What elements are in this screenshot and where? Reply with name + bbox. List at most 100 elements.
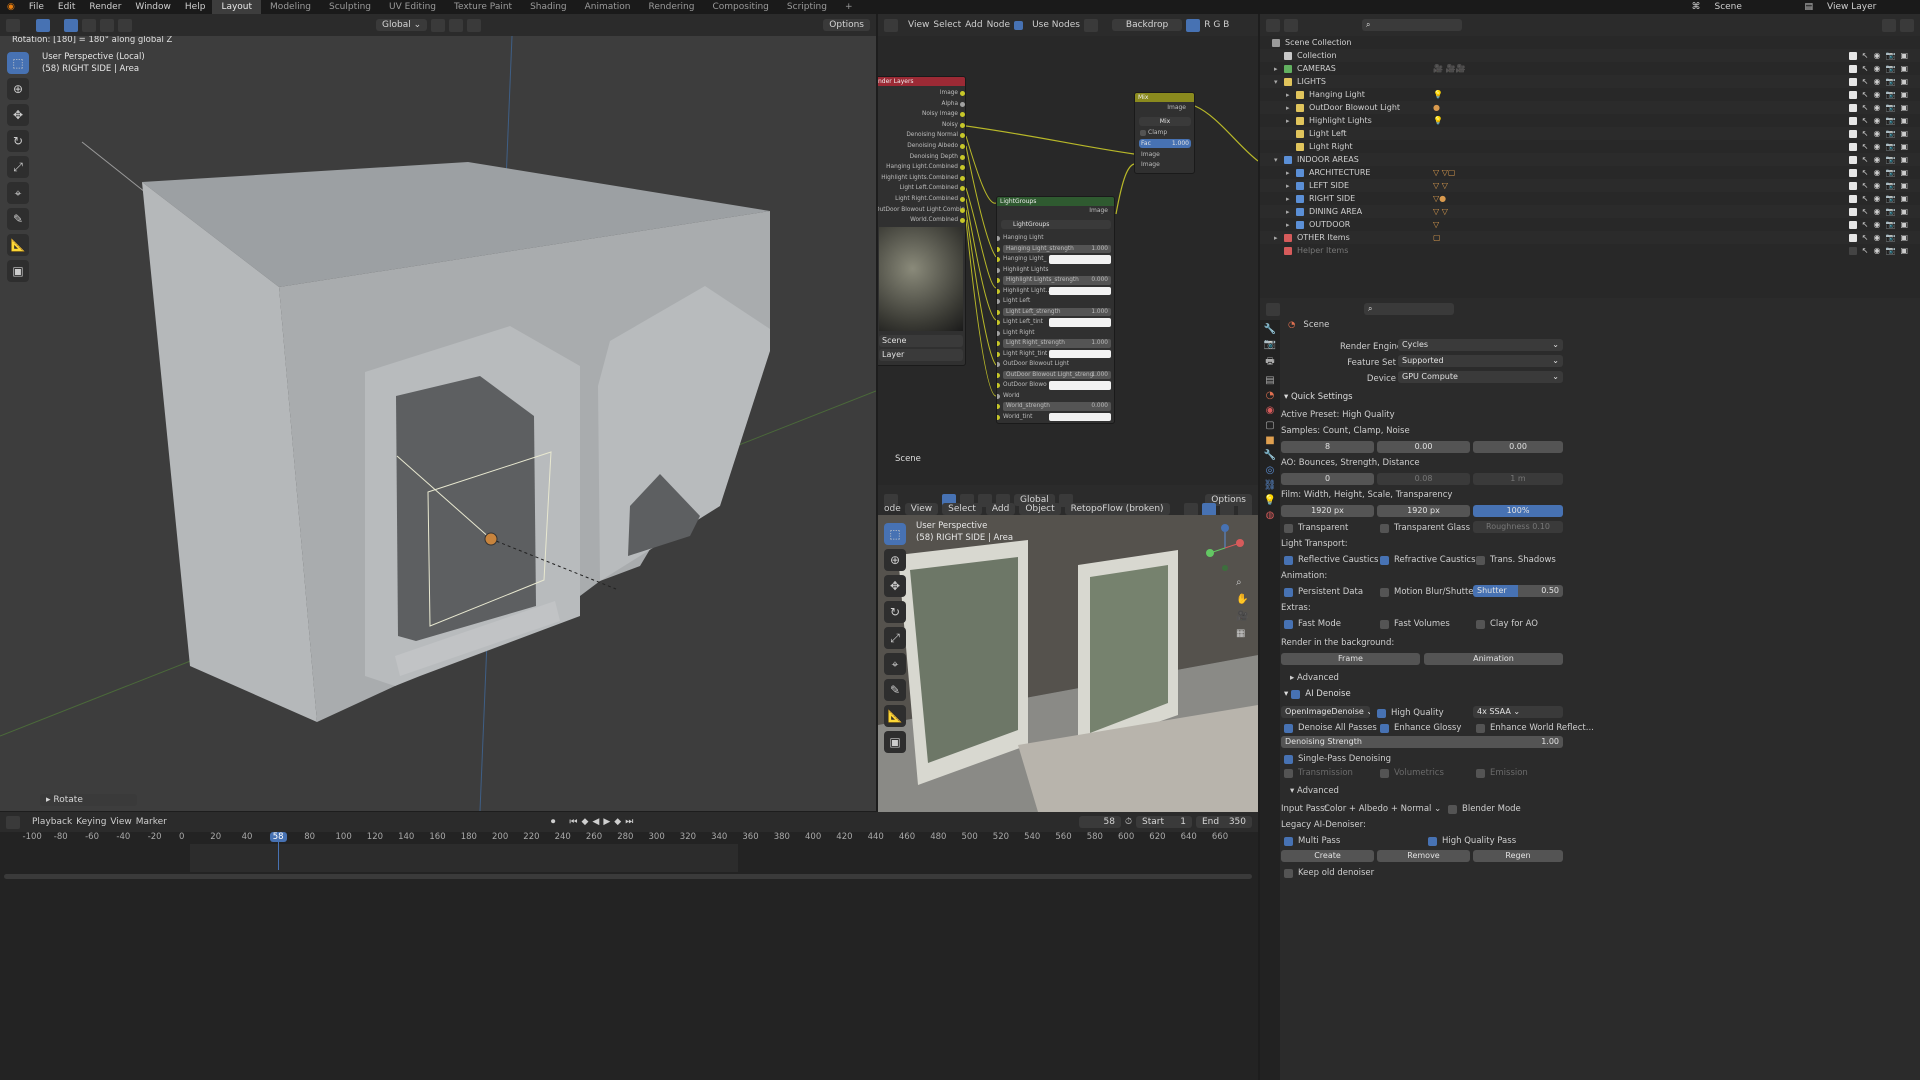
lightgroup-strength-field[interactable]: Hanging Light_strength 1.000: [1003, 244, 1111, 253]
persistent-data-option[interactable]: Persistent Data: [1284, 587, 1363, 597]
expand-closed-icon[interactable]: ▸: [1274, 65, 1284, 73]
object-tab-icon[interactable]: ■: [1265, 435, 1274, 446]
volumetrics-option[interactable]: Volumetrics: [1380, 768, 1444, 778]
v2-cursor-tool-icon[interactable]: ⊕: [884, 549, 906, 571]
film-height-field[interactable]: 1920 px: [1377, 505, 1470, 517]
auto-keying-icon[interactable]: ⏺: [551, 817, 556, 827]
ao-bounces-field[interactable]: 0: [1281, 473, 1374, 485]
render-animation-button[interactable]: Animation: [1424, 653, 1563, 665]
input-socket-icon[interactable]: [997, 414, 1000, 420]
samples-count-field[interactable]: 8: [1281, 441, 1374, 453]
expand-closed-icon[interactable]: ▸: [1286, 117, 1296, 125]
blender-mode-checkbox[interactable]: [1448, 804, 1457, 814]
workspace-tab-texture-paint[interactable]: Texture Paint: [445, 0, 521, 14]
menu-edit[interactable]: Edit: [51, 2, 82, 12]
include-checkbox-icon[interactable]: [1848, 142, 1857, 151]
outliner-row[interactable]: ▸ OTHER Items ▢ ↖ ◉ 📷 ▣: [1260, 231, 1920, 244]
jump-start-icon[interactable]: ⏮: [569, 817, 577, 827]
render-icon[interactable]: ▣: [1900, 142, 1908, 151]
refractive-caustics-checkbox[interactable]: [1380, 555, 1389, 565]
viewport2-menu-view[interactable]: View: [904, 503, 939, 515]
refractive-caustics-option[interactable]: Refractive Caustics: [1380, 555, 1476, 565]
select-arrow-icon[interactable]: ↖: [1862, 90, 1869, 99]
lightgroup-input-num[interactable]: World_strength 0.000: [997, 401, 1114, 412]
transparent-checkbox[interactable]: [1284, 523, 1293, 533]
outliner-display-mode-icon[interactable]: [1284, 18, 1298, 32]
render-layers-output[interactable]: Highlight Lights.Combined: [878, 173, 965, 184]
main-3d-viewport[interactable]: Rotation: [180] = 180° along global Z Us…: [0, 36, 876, 811]
navigation-gizmo-icon[interactable]: [1200, 523, 1250, 573]
include-checkbox-icon[interactable]: [1848, 155, 1857, 164]
mix-mode-dropdown[interactable]: Mix: [1139, 117, 1191, 126]
include-checkbox-icon[interactable]: [1848, 51, 1857, 60]
select-invert-icon[interactable]: [118, 18, 132, 32]
timeline-editor-type-icon[interactable]: [6, 815, 20, 829]
select-arrow-icon[interactable]: ↖: [1862, 168, 1869, 177]
eye-icon[interactable]: ◉: [1873, 207, 1880, 216]
eye-icon[interactable]: ◉: [1873, 51, 1880, 60]
select-arrow-icon[interactable]: ↖: [1862, 194, 1869, 203]
lightgroup-input-num[interactable]: Hanging Light_strength 1.000: [997, 244, 1114, 255]
quick-advanced-subpanel[interactable]: ▸ Advanced: [1290, 673, 1339, 683]
camera-icon[interactable]: 📷: [1885, 155, 1895, 164]
camera-icon[interactable]: 📷: [1885, 142, 1895, 151]
render-layers-output[interactable]: Light Left.Combined: [878, 183, 965, 194]
pin-icon[interactable]: [1083, 18, 1098, 32]
rotate-tool-icon[interactable]: ↻: [7, 130, 29, 152]
roughness-field[interactable]: Roughness 0.10: [1473, 521, 1563, 533]
start-frame-field[interactable]: Start 1: [1136, 816, 1192, 828]
editor-type-icon[interactable]: [6, 18, 20, 32]
add-cube-tool-icon[interactable]: ▣: [7, 260, 29, 282]
viewport2-menu-select[interactable]: Select: [942, 503, 982, 515]
include-checkbox-icon[interactable]: [1848, 129, 1857, 138]
eye-icon[interactable]: ◉: [1873, 155, 1880, 164]
select-arrow-icon[interactable]: ↖: [1862, 103, 1869, 112]
include-checkbox-icon[interactable]: [1848, 64, 1857, 73]
constraints-tab-icon[interactable]: ⛓: [1264, 480, 1277, 491]
eye-icon[interactable]: ◉: [1873, 233, 1880, 242]
blender-mode-option[interactable]: Blender Mode: [1448, 804, 1521, 814]
expand-closed-icon[interactable]: ▸: [1286, 91, 1296, 99]
select-extend-icon[interactable]: [82, 18, 96, 32]
ai-denoise-panel-header[interactable]: ▾ AI Denoise: [1284, 689, 1351, 699]
eye-icon[interactable]: ◉: [1873, 220, 1880, 229]
input-socket-icon[interactable]: [997, 351, 1000, 357]
render-layers-scene-field[interactable]: Scene: [879, 335, 963, 347]
select-arrow-icon[interactable]: ↖: [1862, 246, 1869, 255]
zoom-icon[interactable]: ⌕: [1236, 577, 1248, 588]
render-icon[interactable]: ▣: [1900, 155, 1908, 164]
backdrop-channels-icon[interactable]: [1186, 18, 1201, 32]
properties-editor-type-icon[interactable]: [1266, 302, 1280, 316]
input-socket-icon[interactable]: [997, 362, 1000, 367]
properties-search-input[interactable]: ⌕: [1364, 303, 1454, 315]
outliner-row[interactable]: ▸ DINING AREA ▽ ▽ ↖ ◉ 📷 ▣: [1260, 205, 1920, 218]
pivot-point-icon[interactable]: [431, 18, 446, 32]
outliner-row[interactable]: ▸ Highlight Lights 💡 ↖ ◉ 📷 ▣: [1260, 114, 1920, 127]
lightgroup-tint-swatch[interactable]: [1049, 412, 1111, 421]
render-layers-node[interactable]: nder Layers Image Alpha Noisy Image Noisy De…: [878, 76, 966, 366]
input-socket-icon[interactable]: [997, 320, 1000, 325]
render-icon[interactable]: ▣: [1900, 246, 1908, 255]
stopwatch-icon[interactable]: ⏱: [1125, 817, 1132, 827]
render-icon[interactable]: ▣: [1900, 194, 1908, 203]
scene-selector-icon[interactable]: ⌘: [1684, 2, 1707, 12]
persistent-data-checkbox[interactable]: [1284, 587, 1293, 597]
transparent-option[interactable]: Transparent: [1284, 523, 1348, 533]
v2-move-tool-icon[interactable]: ✥: [884, 575, 906, 597]
viewport-options-button[interactable]: Options: [823, 19, 870, 31]
render-icon[interactable]: ▣: [1900, 90, 1908, 99]
include-checkbox-icon[interactable]: [1848, 207, 1857, 216]
reflective-caustics-option[interactable]: Reflective Caustics: [1284, 555, 1378, 565]
output-socket-icon[interactable]: [960, 218, 965, 224]
expand-closed-icon[interactable]: ▸: [1286, 221, 1296, 229]
select-arrow-icon[interactable]: ↖: [1862, 181, 1869, 190]
input-socket-icon[interactable]: [997, 267, 1000, 273]
include-checkbox-icon[interactable]: [1848, 233, 1857, 242]
input-socket-icon[interactable]: [997, 246, 1000, 252]
select-arrow-icon[interactable]: ↖: [1862, 233, 1869, 242]
ao-distance-field[interactable]: 1 m: [1473, 473, 1563, 485]
camera-icon[interactable]: 📷: [1885, 207, 1895, 216]
node-menu-add[interactable]: Add: [965, 20, 982, 30]
expand-open-icon[interactable]: ▾: [1274, 78, 1284, 86]
include-checkbox-icon[interactable]: [1848, 194, 1857, 203]
